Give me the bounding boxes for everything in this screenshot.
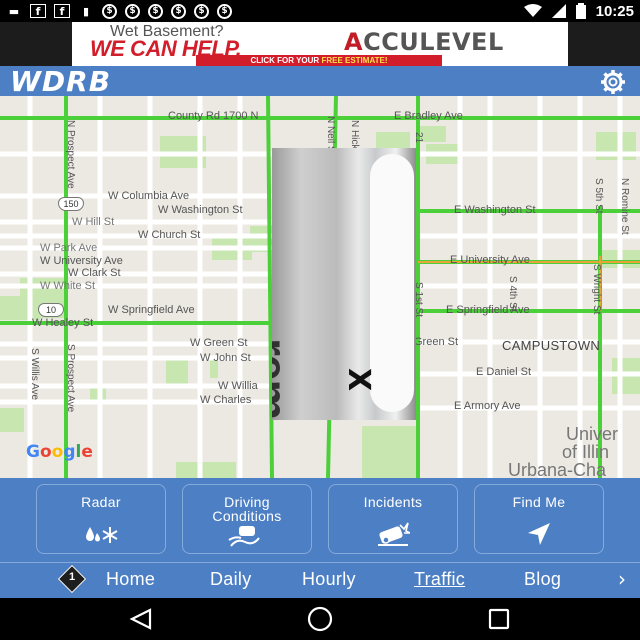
nav-daily[interactable]: Daily bbox=[210, 569, 252, 590]
dollar-icon: $ bbox=[194, 3, 209, 19]
map-label: W Columbia Ave bbox=[108, 190, 190, 202]
dollar-icon: $ bbox=[148, 3, 163, 19]
map-label: E Armory Ave bbox=[454, 400, 521, 412]
map-label: W Willia bbox=[218, 380, 258, 392]
radar-label: Radar bbox=[81, 494, 121, 510]
map-label: S Wright St bbox=[591, 264, 602, 315]
signal-icon bbox=[551, 4, 566, 18]
dollar-icon: $ bbox=[125, 3, 140, 19]
facebook-icon: f bbox=[30, 4, 46, 18]
map-label: W Hill St bbox=[72, 216, 115, 228]
overlay-close-strip[interactable] bbox=[370, 154, 414, 412]
find-me-button[interactable]: Find Me bbox=[474, 484, 604, 554]
facebook-icon: f bbox=[54, 4, 70, 18]
wifi-icon bbox=[523, 4, 542, 17]
map-label: N Romine St bbox=[619, 178, 630, 235]
app-logo: WDRB bbox=[10, 64, 112, 98]
nav-hourly[interactable]: Hourly bbox=[302, 569, 356, 590]
map-label: S 4th St bbox=[507, 276, 518, 312]
radar-button[interactable]: Radar bbox=[36, 484, 166, 554]
incidents-button[interactable]: Incidents bbox=[328, 484, 458, 554]
recents-icon[interactable] bbox=[488, 608, 510, 630]
incidents-label: Incidents bbox=[363, 494, 423, 510]
map-label: S Prospect Ave bbox=[65, 344, 76, 413]
location-arrow-icon bbox=[528, 523, 550, 545]
ad-brand-logo: ACCULEVEL bbox=[344, 28, 504, 56]
map-label: W Church St bbox=[138, 229, 201, 241]
map-label-campustown: CAMPUSTOWN bbox=[502, 338, 601, 353]
map-label: S Willis Ave bbox=[29, 348, 40, 401]
driving-conditions-label: Driving Conditions bbox=[212, 494, 282, 524]
chevron-right-icon[interactable]: › bbox=[618, 567, 626, 591]
clock-time: 10:25 bbox=[595, 2, 634, 20]
status-bar: ▬ f f ▮ $ $ $ $ $ $ 10:25 bbox=[0, 0, 640, 22]
map-label: W Park Ave bbox=[40, 242, 98, 254]
weather-icon bbox=[86, 527, 118, 543]
overlay-ad[interactable]: remaining X bbox=[272, 148, 416, 420]
app-screen: ▬ f f ▮ $ $ $ $ $ $ 10:25 Wet Basement? … bbox=[0, 0, 640, 640]
overlay-ad-text: remaining bbox=[272, 338, 298, 420]
car-skid-icon bbox=[228, 526, 260, 547]
battery-icon bbox=[575, 3, 586, 19]
map-label: County Rd 1700 N bbox=[168, 110, 259, 122]
map-label: W Healey St bbox=[32, 317, 94, 329]
map-label: Urbana-Cha bbox=[508, 460, 607, 478]
home-icon[interactable] bbox=[305, 605, 335, 633]
back-icon[interactable] bbox=[128, 608, 152, 630]
map-label: E University Ave bbox=[450, 254, 530, 266]
map-label: S 5th St bbox=[593, 178, 604, 214]
map-label: 21 bbox=[413, 132, 424, 144]
system-nav-bar bbox=[0, 598, 640, 640]
map-label: W Green St bbox=[190, 337, 248, 349]
map-label: N Prospect Ave bbox=[65, 120, 76, 189]
nav-blog[interactable]: Blog bbox=[524, 569, 561, 590]
google-attribution: Google bbox=[26, 442, 93, 462]
ad-banner[interactable]: Wet Basement? WE CAN HELP. ACCULEVEL CLI… bbox=[72, 22, 568, 66]
map-label: W White St bbox=[40, 280, 96, 292]
map-label: E Daniel St bbox=[476, 366, 532, 378]
dollar-icon: $ bbox=[217, 3, 232, 19]
crash-icon bbox=[378, 522, 410, 546]
dollar-icon: $ bbox=[171, 3, 186, 19]
ad-cta-button[interactable]: CLICK FOR YOUR FREE ESTIMATE! bbox=[196, 55, 442, 66]
app-header: WDRB bbox=[0, 64, 640, 98]
action-panel: Radar Driving Conditions Incidents Find … bbox=[0, 478, 640, 562]
map-label: Green St bbox=[414, 336, 459, 348]
nav-traffic[interactable]: Traffic bbox=[414, 569, 465, 590]
notification-badge-count: 1 bbox=[68, 571, 76, 583]
route-shield: 10 bbox=[38, 303, 64, 317]
map-label: W Clark St bbox=[68, 267, 121, 279]
nav-home[interactable]: Home bbox=[106, 569, 155, 590]
notification-icon: ▮ bbox=[82, 4, 90, 18]
message-icon: ▬ bbox=[8, 4, 20, 18]
map-label: W Washington St bbox=[158, 204, 243, 216]
map-label: E Washington St bbox=[454, 204, 536, 216]
driving-conditions-button[interactable]: Driving Conditions bbox=[182, 484, 312, 554]
map-label: E Bradley Ave bbox=[394, 110, 463, 122]
gear-icon[interactable] bbox=[600, 69, 626, 95]
map-label: W Charles bbox=[200, 394, 252, 406]
close-icon[interactable]: X bbox=[341, 368, 376, 391]
dollar-icon: $ bbox=[102, 3, 117, 19]
map-label: W Springfield Ave bbox=[108, 304, 195, 316]
map-label: W University Ave bbox=[40, 255, 123, 267]
us-route-shield: 150 bbox=[58, 197, 84, 211]
map-label: W John St bbox=[200, 352, 251, 364]
find-me-label: Find Me bbox=[512, 494, 566, 510]
